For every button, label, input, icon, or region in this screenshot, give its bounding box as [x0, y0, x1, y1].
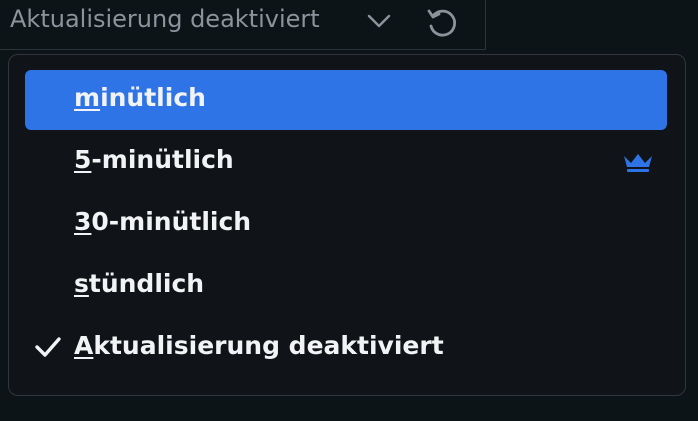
mnemonic-letter: m	[74, 83, 101, 112]
check-icon	[35, 337, 61, 357]
mnemonic-letter: 5	[74, 145, 92, 174]
auto-refresh-dropdown[interactable]: Aktualisierung deaktiviert	[0, 0, 486, 50]
label-rest: 0-minütlich	[91, 207, 252, 236]
label-rest: inütlich	[100, 83, 206, 112]
mnemonic-letter: A	[74, 331, 94, 360]
mnemonic-letter: 3	[74, 207, 92, 236]
menu-item-refresh-disabled[interactable]: Aktualisierung deaktiviert	[25, 318, 667, 378]
menu-item-every-minute[interactable]: minütlich	[25, 70, 667, 130]
menu-item-every-5-minutes[interactable]: 5-minütlich	[25, 132, 667, 192]
chevron-down-icon	[367, 14, 391, 28]
toolbar: Aktualisierung deaktiviert	[0, 0, 698, 50]
menu-item-label: minütlich	[74, 83, 206, 112]
refresh-icon[interactable]	[424, 4, 460, 40]
menu-item-every-30-minutes[interactable]: 30-minütlich	[25, 194, 667, 254]
menu-item-hourly[interactable]: stündlich	[25, 256, 667, 316]
label-rest: tündlich	[88, 269, 205, 298]
crown-icon	[624, 154, 652, 172]
menu-item-label: stündlich	[74, 269, 204, 298]
refresh-interval-menu: minütlich 5-minütlich 30-minütlich stünd…	[8, 54, 686, 396]
menu-item-label: Aktualisierung deaktiviert	[74, 331, 444, 360]
label-rest: ktualisierung deaktiviert	[93, 331, 444, 360]
label-rest: -minütlich	[91, 145, 234, 174]
menu-item-label: 5-minütlich	[74, 145, 234, 174]
auto-refresh-label: Aktualisierung deaktiviert	[10, 5, 320, 33]
mnemonic-letter: s	[74, 269, 89, 298]
menu-item-label: 30-minütlich	[74, 207, 251, 236]
